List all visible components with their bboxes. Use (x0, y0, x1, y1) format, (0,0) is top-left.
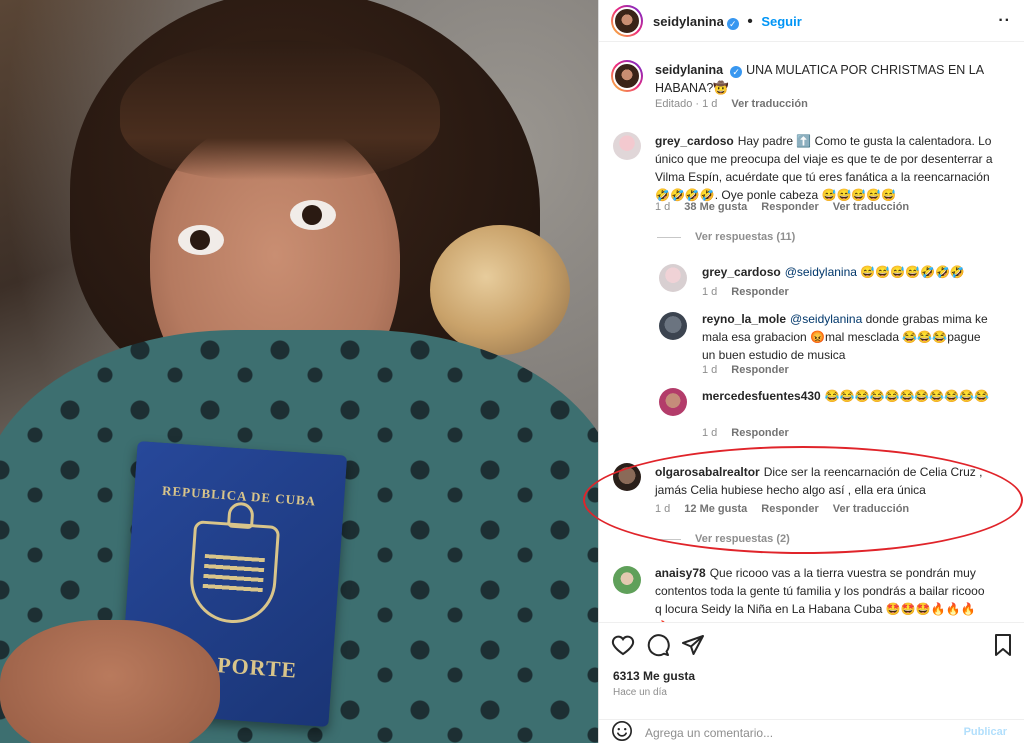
caption-translate-link[interactable]: Ver traducción (731, 98, 807, 110)
view-replies-button[interactable]: Ver respuestas (2) (657, 533, 790, 545)
passport-crest-icon (187, 520, 281, 626)
reply-body: 😂😂😂😂😂😂😂😂😂😂😂 (824, 389, 990, 403)
reply-time: 1 d (702, 286, 718, 298)
reply-meta: 1 d Responder (702, 286, 803, 298)
reply-avatar[interactable] (659, 312, 687, 340)
comment-time: 1 d (655, 201, 671, 213)
photo-hair-bun (430, 225, 570, 355)
more-horizontal-icon[interactable]: ·· (998, 12, 1011, 30)
caption-username[interactable]: seidylanina (655, 63, 723, 77)
post-time: Hace un día (613, 687, 667, 698)
send-icon[interactable] (681, 633, 705, 657)
translate-link[interactable]: Ver traducción (833, 201, 909, 213)
reply-time: 1 d (702, 364, 718, 376)
reply-mention[interactable]: @seidylanina (790, 312, 862, 326)
comment-avatar[interactable] (613, 132, 641, 160)
comment-username[interactable]: olgarosabalrealtor (655, 465, 760, 479)
verified-badge-icon: ✓ (726, 18, 739, 30)
reply-username[interactable]: reyno_la_mole (702, 312, 786, 326)
reply-button[interactable]: Responder (761, 201, 818, 213)
photo-left-eye (178, 225, 224, 255)
caption-meta: Editado · 1 d Ver traducción (655, 98, 822, 110)
comment-icon[interactable] (646, 633, 670, 657)
caption-avatar[interactable] (611, 60, 643, 92)
comment-input[interactable] (645, 724, 945, 742)
comment-text: grey_cardoso Hay padre ⬆️ Como te gusta l… (655, 132, 1000, 204)
reply-username[interactable]: grey_cardoso (702, 265, 781, 279)
photo-hand (0, 620, 220, 743)
verified-badge-icon: ✓ (730, 66, 743, 78)
bookmark-icon[interactable] (991, 633, 1015, 657)
photo-bangs (120, 40, 440, 180)
follow-button[interactable]: Seguir (761, 14, 801, 29)
view-replies-button[interactable]: Ver respuestas (11) (657, 231, 795, 243)
post-header: seidylanina ✓ • Seguir ·· (599, 0, 1024, 42)
comment-avatar[interactable] (613, 566, 641, 594)
emoji-icon[interactable] (611, 720, 633, 742)
reply-time: 1 d (702, 427, 718, 439)
reply-button[interactable]: Responder (731, 286, 788, 298)
comment-meta: 1 d 38 Me gusta Responder Ver traducción (655, 201, 923, 213)
reply-mention[interactable]: @seidylanina (785, 265, 857, 279)
caption-edited: Editado · 1 d (655, 98, 718, 110)
post-photo[interactable]: REPUBLICA DE CUBA PASAPORTE (0, 0, 598, 743)
separator-dot: • (747, 13, 753, 30)
reply-text: mercedesfuentes430 😂😂😂😂😂😂😂😂😂😂😂 (702, 387, 1002, 405)
heart-icon[interactable] (611, 633, 635, 657)
caption-text: seidylanina ✓ UNA MULATICA POR CHRISTMAS E… (655, 61, 995, 97)
comment-likes[interactable]: 12 Me gusta (684, 503, 747, 515)
reply-avatar[interactable] (659, 388, 687, 416)
comment-time: 1 d (655, 503, 671, 515)
comment-likes[interactable]: 38 Me gusta (684, 201, 747, 213)
reply-text: reyno_la_mole @seidylanina donde grabas m… (702, 310, 992, 364)
reply-button[interactable]: Responder (731, 427, 788, 439)
reply-meta: 1 d Responder (702, 427, 803, 439)
likes-count[interactable]: 6313 Me gusta (613, 669, 695, 683)
comment-text: olgarosabalrealtor Dice ser la reencarnac… (655, 463, 985, 499)
reply-avatar[interactable] (659, 264, 687, 292)
add-comment-bar: Publicar (599, 719, 1024, 743)
post-side-panel: seidylanina ✓ • Seguir ·· seidylanina ✓ UNA… (583, 0, 1024, 743)
reply-text: grey_cardoso @seidylanina 😅😅😅😅🤣🤣🤣 (702, 263, 1002, 281)
reply-button[interactable]: Responder (731, 364, 788, 376)
comment-username[interactable]: anaisy78 (655, 566, 706, 580)
reply-meta: 1 d Responder (702, 364, 803, 376)
comments-list[interactable]: seidylanina ✓ UNA MULATICA POR CHRISTMAS E… (599, 50, 1024, 622)
translate-link[interactable]: Ver traducción (833, 503, 909, 515)
comment-meta: 1 d 12 Me gusta Responder Ver traducción (655, 503, 923, 515)
reply-button[interactable]: Responder (761, 503, 818, 515)
photo-right-eye (290, 200, 336, 230)
reply-body: 😅😅😅😅🤣🤣🤣 (856, 265, 965, 279)
post-actions-bar: 6313 Me gusta Hace un día Publicar (599, 622, 1024, 743)
author-avatar[interactable] (611, 5, 643, 37)
comment-username[interactable]: grey_cardoso (655, 134, 734, 148)
comment-avatar[interactable] (613, 463, 641, 491)
reply-username[interactable]: mercedesfuentes430 (702, 389, 821, 403)
comment-text: anaisy78 Que ricooo vas a la tierra vuest… (655, 564, 985, 622)
author-username[interactable]: seidylanina (653, 14, 724, 29)
publish-button[interactable]: Publicar (964, 726, 1007, 738)
